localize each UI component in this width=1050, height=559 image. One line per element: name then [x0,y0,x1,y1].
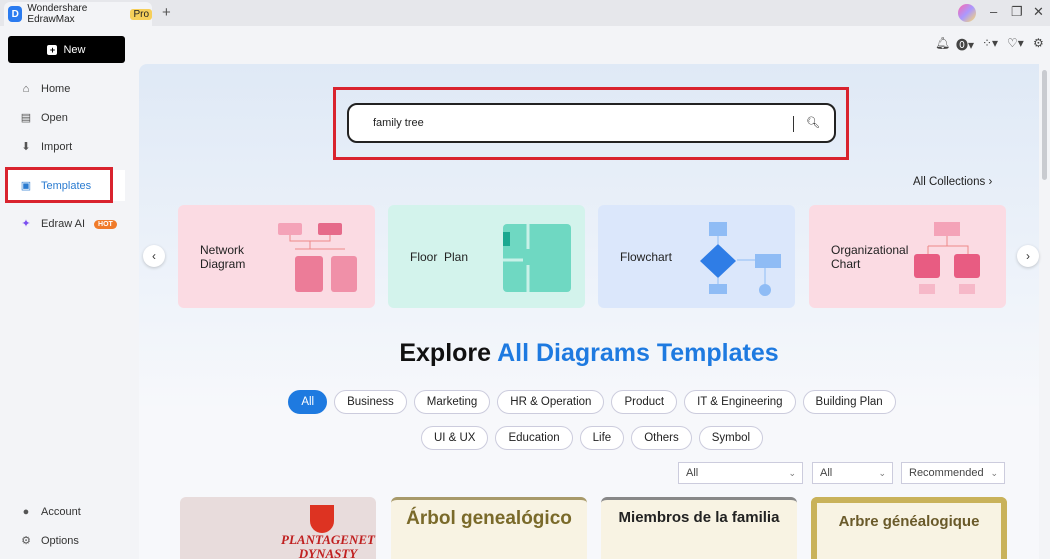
new-button[interactable]: + New [8,36,125,63]
minimize-icon[interactable]: – [990,4,997,19]
app-name: Wondershare EdrawMax [27,3,88,25]
category-chip[interactable]: UI & UX [420,426,489,450]
template-card-network[interactable]: Network Diagram [178,205,375,308]
template-card-floor-plan[interactable]: Floor Plan [388,205,585,308]
template-title: Árbol genealógico [406,508,572,529]
flowchart-icon [700,222,781,296]
app-logo-icon: D [8,6,23,22]
category-chip[interactable]: IT & Engineering [684,390,796,414]
all-collections-link[interactable]: All Collections › [913,176,992,188]
category-row-1: All Business Marketing HR & Operation Pr… [139,390,1045,414]
home-icon: ⌂ [22,83,30,95]
template-card-org-chart[interactable]: Organizational Chart [809,205,1006,308]
template-title: Miembros de la familia [618,509,780,526]
close-icon[interactable]: ✕ [1033,4,1044,20]
floor-plan-icon [503,224,571,292]
sidebar-item-label: Edraw AI [41,218,86,230]
filter-dropdown-2[interactable]: All ⌄ [812,462,893,484]
sort-dropdown[interactable]: Recommended ⌄ [901,462,1005,484]
category-chip[interactable]: Marketing [413,390,491,414]
apps-icon[interactable]: ⁘▾ [982,36,998,50]
scrollbar-thumb[interactable] [1042,70,1047,180]
chevron-down-icon: ⌄ [788,468,796,478]
new-tab-button[interactable]: + [162,4,171,21]
sidebar-item-options[interactable]: ⚙ Options [20,535,79,547]
options-icon: ⚙ [21,535,31,547]
new-label: New [63,43,86,56]
page-title: Explore All Diagrams Templates [139,339,1039,368]
account-icon: ● [22,506,30,518]
chevron-right-icon: › [988,176,993,188]
carousel-next-button[interactable]: › [1017,245,1039,267]
dropdown-value: Recommended [909,467,984,479]
hot-badge: HOT [94,219,117,229]
pro-badge: Pro [130,8,152,20]
chevron-down-icon: ⌄ [990,468,998,478]
template-title: Arbre généalogique [838,513,980,530]
sidebar-item-account[interactable]: ● Account [20,506,81,518]
category-row-2: UI & UX Education Life Others Symbol [139,426,1045,450]
crest-icon [310,505,334,533]
category-chip[interactable]: Product [611,390,678,414]
all-collections-label: All Collections [913,176,986,188]
sidebar-item-label: Home [41,83,71,95]
heading-prefix: Explore [399,339,498,367]
app-tab[interactable]: D Wondershare EdrawMax Pro [4,2,152,26]
dropdown-value: All [820,467,833,479]
heading-highlight: All Diagrams Templates [497,339,779,367]
sidebar-item-open[interactable]: ▤ Open [20,112,68,124]
card-label: Network Diagram [200,242,246,271]
template-thumbnail[interactable]: Árbol genealógico [391,497,587,559]
settings-icon[interactable]: ⚙ [1033,36,1044,50]
category-chip[interactable]: Business [334,390,407,414]
category-chip[interactable]: Building Plan [802,390,896,414]
sidebar-item-label: Options [41,535,79,547]
scrollbar[interactable] [1040,64,1050,559]
template-thumbnail[interactable]: PLANTAGENET DYNASTY [180,497,376,559]
sidebar-item-import[interactable]: ⬇ Import [20,141,72,153]
category-chip-all[interactable]: All [288,390,328,414]
card-label: Floor Plan [410,249,469,264]
search-input[interactable]: family tree 🔍︎ [347,103,836,143]
carousel-prev-button[interactable]: ‹ [143,245,165,267]
template-card-flowchart[interactable]: Flowchart [598,205,795,308]
avatar[interactable] [958,4,976,22]
file-icon: ▤ [20,112,32,124]
template-thumbnail[interactable]: Arbre généalogique [811,497,1007,559]
filter-dropdown-1[interactable]: All ⌄ [678,462,803,484]
category-chip[interactable]: Others [631,426,692,450]
category-chip[interactable]: HR & Operation [497,390,605,414]
sidebar-item-label: Import [41,141,73,153]
highlight-box [5,167,113,203]
sidebar-item-home[interactable]: ⌂ Home [20,83,71,95]
search-value: family tree [373,117,424,129]
search-icon[interactable]: 🔍︎ [806,116,820,129]
network-diagram-icon [278,223,357,292]
help-icon[interactable]: ⓿▾ [956,36,974,53]
sidebar-item-label: Account [41,506,81,518]
theme-icon[interactable]: ♡▾ [1007,36,1024,50]
sidebar-item-edraw-ai[interactable]: ✦ Edraw AI HOT [20,218,117,230]
template-thumbnail[interactable]: Miembros de la familia [601,497,797,559]
chevron-down-icon: ⌄ [878,468,886,478]
bell-icon[interactable]: 🔔︎ [935,36,950,50]
divider [793,116,794,132]
category-chip[interactable]: Life [579,426,625,450]
title-bar: D Wondershare EdrawMax Pro + – ❐ ✕ [0,0,1050,26]
card-label: Flowchart [620,249,673,264]
category-chip[interactable]: Education [495,426,573,450]
plus-icon: + [47,44,58,55]
ai-icon: ✦ [21,218,31,230]
category-chip[interactable]: Symbol [698,426,764,450]
import-icon: ⬇ [21,141,31,153]
dropdown-value: All [686,467,699,479]
org-chart-icon [914,222,980,294]
restore-icon[interactable]: ❐ [1011,4,1023,20]
template-title: PLANTAGENET DYNASTY [281,532,375,559]
sidebar-item-label: Open [41,112,68,124]
